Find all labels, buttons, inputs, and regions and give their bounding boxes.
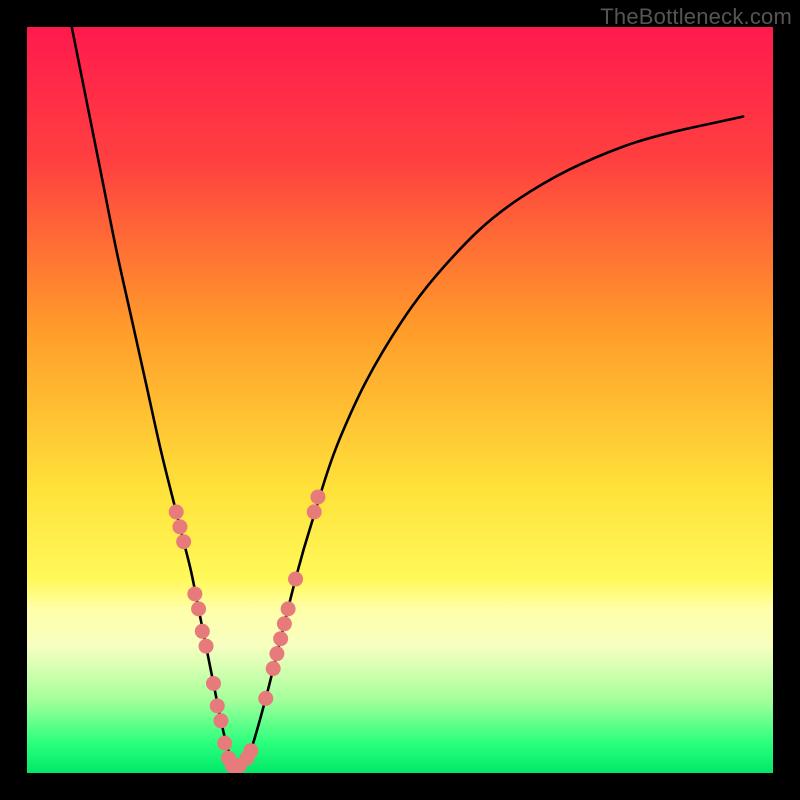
curve-bottleneck-curve xyxy=(72,27,743,768)
data-marker xyxy=(172,519,187,534)
data-marker xyxy=(307,504,322,519)
data-marker xyxy=(281,601,296,616)
data-marker xyxy=(210,698,225,713)
data-marker xyxy=(169,504,184,519)
data-marker xyxy=(288,572,303,587)
data-marker xyxy=(176,534,191,549)
data-marker xyxy=(206,676,221,691)
data-marker xyxy=(310,489,325,504)
chart-svg xyxy=(27,27,773,773)
plot-area xyxy=(27,27,773,773)
data-marker xyxy=(273,631,288,646)
data-marker xyxy=(217,736,232,751)
data-marker xyxy=(258,691,273,706)
data-marker xyxy=(195,624,210,639)
data-marker xyxy=(187,586,202,601)
data-marker xyxy=(199,639,214,654)
data-marker xyxy=(277,616,292,631)
data-marker xyxy=(266,661,281,676)
outer-frame: TheBottleneck.com xyxy=(0,0,800,800)
data-marker xyxy=(243,743,258,758)
data-marker xyxy=(191,601,206,616)
data-marker xyxy=(213,713,228,728)
attribution-label: TheBottleneck.com xyxy=(600,4,792,30)
data-marker xyxy=(269,646,284,661)
